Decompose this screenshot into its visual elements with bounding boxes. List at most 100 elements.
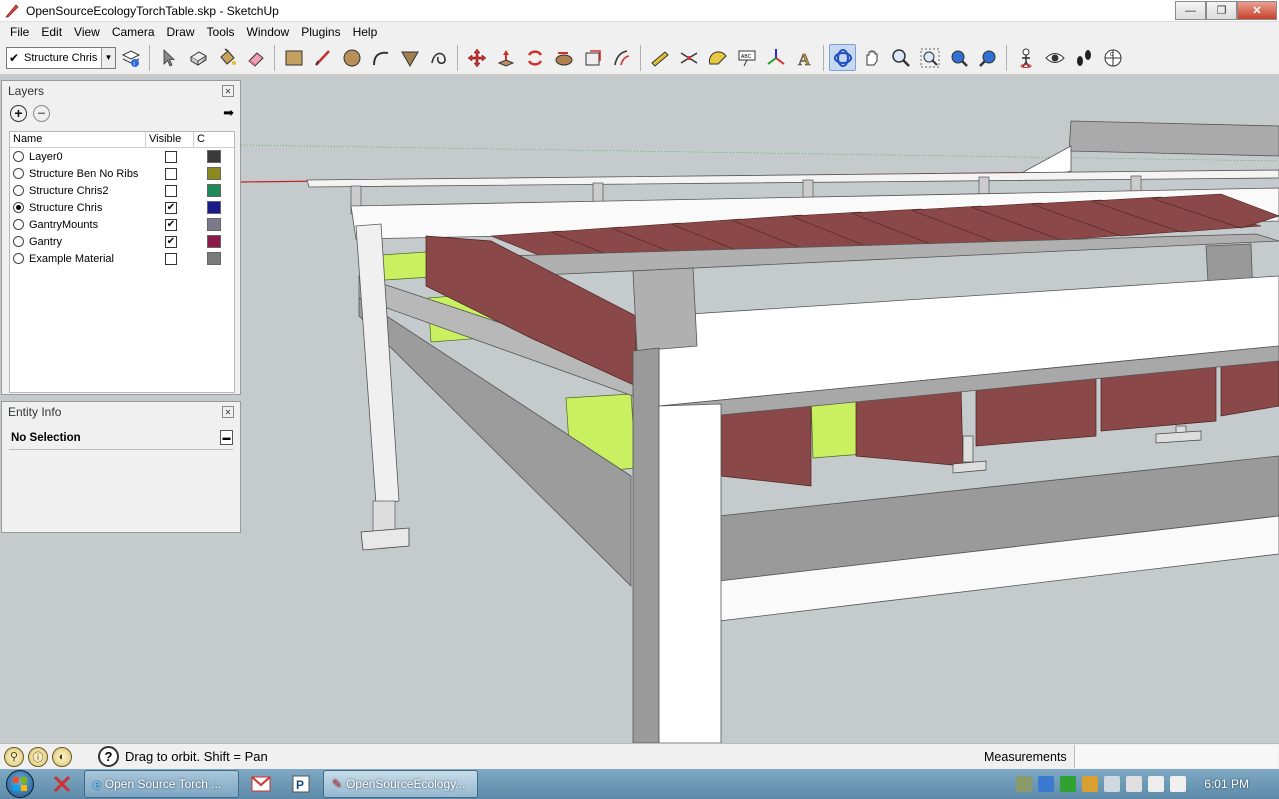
menu-edit[interactable]: Edit: [35, 25, 68, 39]
layer-color-swatch[interactable]: [207, 184, 221, 197]
layer-visible-checkbox[interactable]: ✔: [165, 235, 177, 248]
layer-color-swatch[interactable]: [207, 150, 221, 163]
geo-location-icon[interactable]: ⚲: [4, 746, 24, 767]
layer-row[interactable]: Structure Chris2: [10, 182, 234, 199]
sync-icon[interactable]: [1060, 776, 1077, 792]
volume-icon[interactable]: [1126, 776, 1143, 792]
menu-view[interactable]: View: [68, 25, 106, 39]
section-plane-button[interactable]: C: [1099, 44, 1126, 71]
3d-text-button[interactable]: A: [791, 44, 818, 71]
details-arrow-icon[interactable]: ➡: [223, 105, 234, 121]
layer-color-swatch[interactable]: [207, 252, 221, 265]
active-layer-radio[interactable]: [13, 219, 24, 230]
circle-button[interactable]: [338, 44, 365, 71]
layer-visible-checkbox[interactable]: [165, 167, 177, 180]
delete-layer-button[interactable]: −: [33, 104, 50, 122]
dropbox-icon[interactable]: [1038, 776, 1055, 792]
shield-icon[interactable]: [1082, 776, 1099, 792]
layer-row[interactable]: Structure Chris ✔: [10, 199, 234, 216]
rectangle-button[interactable]: [280, 44, 307, 71]
freehand-button[interactable]: [425, 44, 452, 71]
make-component-button[interactable]: [184, 44, 211, 71]
gmail-icon[interactable]: [243, 770, 279, 798]
menu-help[interactable]: Help: [347, 25, 384, 39]
scale-button[interactable]: [579, 44, 606, 71]
active-layer-radio[interactable]: [13, 253, 24, 264]
layer-color-swatch[interactable]: [207, 218, 221, 231]
arc-button[interactable]: [367, 44, 394, 71]
menu-camera[interactable]: Camera: [106, 25, 161, 39]
credits-icon[interactable]: ⓘ: [28, 746, 48, 767]
look-around-button[interactable]: [1041, 44, 1068, 71]
user-icon[interactable]: ◐: [52, 746, 72, 767]
menu-plugins[interactable]: Plugins: [295, 25, 346, 39]
push-pull-button[interactable]: [396, 44, 423, 71]
layers-manager-button[interactable]: i: [117, 44, 144, 71]
position-camera-button[interactable]: [1012, 44, 1039, 71]
column-color[interactable]: C: [194, 132, 234, 147]
text-button[interactable]: ABC: [733, 44, 760, 71]
network-icon[interactable]: [1104, 776, 1121, 792]
move-button[interactable]: [463, 44, 490, 71]
line-button[interactable]: [309, 44, 336, 71]
layer-visible-checkbox[interactable]: ✔: [165, 201, 177, 214]
layer-row[interactable]: Structure Ben No Ribs: [10, 165, 234, 182]
menu-window[interactable]: Window: [241, 25, 296, 39]
offset-button[interactable]: [608, 44, 635, 71]
zoom-extents-button[interactable]: [945, 44, 972, 71]
layer-visible-checkbox[interactable]: [165, 150, 177, 163]
layer-dropdown[interactable]: ✔ Structure Chris ▼: [6, 46, 116, 69]
protractor-button[interactable]: [704, 44, 731, 71]
push-pull-up-button[interactable]: [492, 44, 519, 71]
eraser-button[interactable]: [242, 44, 269, 71]
axes-button[interactable]: [762, 44, 789, 71]
expand-toggle-icon[interactable]: ▬: [220, 430, 233, 445]
rotate-button[interactable]: [521, 44, 548, 71]
paint-bucket-button[interactable]: [213, 44, 240, 71]
zoom-button[interactable]: [887, 44, 914, 71]
orbit-button[interactable]: [829, 44, 856, 71]
menu-draw[interactable]: Draw: [161, 25, 201, 39]
previous-view-button[interactable]: [974, 44, 1001, 71]
taskbar-sketchup[interactable]: ✎ OpenSourceEcology...: [323, 770, 478, 798]
layer-color-swatch[interactable]: [207, 235, 221, 248]
pan-button[interactable]: [858, 44, 885, 71]
layer-color-swatch[interactable]: [207, 201, 221, 214]
close-icon[interactable]: ✕: [222, 85, 234, 97]
active-layer-radio[interactable]: [13, 168, 24, 179]
help-icon[interactable]: ?: [98, 746, 119, 767]
active-layer-radio[interactable]: [13, 202, 24, 213]
layer-row[interactable]: Layer0: [10, 148, 234, 165]
layer-row[interactable]: Gantry ✔: [10, 233, 234, 250]
minimize-button[interactable]: —: [1175, 1, 1206, 20]
select-tool-button[interactable]: [155, 44, 182, 71]
add-layer-button[interactable]: +: [10, 104, 27, 122]
flag-icon[interactable]: [1170, 776, 1187, 792]
active-layer-radio[interactable]: [13, 185, 24, 196]
layer-row[interactable]: GantryMounts ✔: [10, 216, 234, 233]
menu-tools[interactable]: Tools: [201, 25, 241, 39]
column-name[interactable]: Name: [10, 132, 146, 147]
dimension-button[interactable]: [675, 44, 702, 71]
device-icon[interactable]: [1148, 776, 1165, 792]
close-icon[interactable]: ✕: [222, 406, 234, 418]
model-viewport[interactable]: [241, 76, 1279, 743]
maximize-button[interactable]: ❐: [1206, 1, 1237, 20]
follow-me-button[interactable]: [550, 44, 577, 71]
active-layer-radio[interactable]: [13, 151, 24, 162]
close-button[interactable]: ✕: [1237, 1, 1277, 20]
layer-visible-checkbox[interactable]: [165, 184, 177, 197]
publisher-icon[interactable]: P: [283, 770, 319, 798]
active-layer-radio[interactable]: [13, 236, 24, 247]
model-3d-view[interactable]: [241, 76, 1279, 743]
layer-row[interactable]: Example Material: [10, 250, 234, 267]
chevron-down-icon[interactable]: ▼: [101, 47, 115, 68]
column-visible[interactable]: Visible: [146, 132, 194, 147]
tape-measure-button[interactable]: [646, 44, 673, 71]
measurements-input[interactable]: [1074, 745, 1278, 768]
layer-visible-checkbox[interactable]: [165, 252, 177, 265]
layer-visible-checkbox[interactable]: ✔: [165, 218, 177, 231]
taskbar-browser[interactable]: e Open Source Torch ...: [84, 770, 239, 798]
zoom-window-button[interactable]: [916, 44, 943, 71]
layer-color-swatch[interactable]: [207, 167, 221, 180]
